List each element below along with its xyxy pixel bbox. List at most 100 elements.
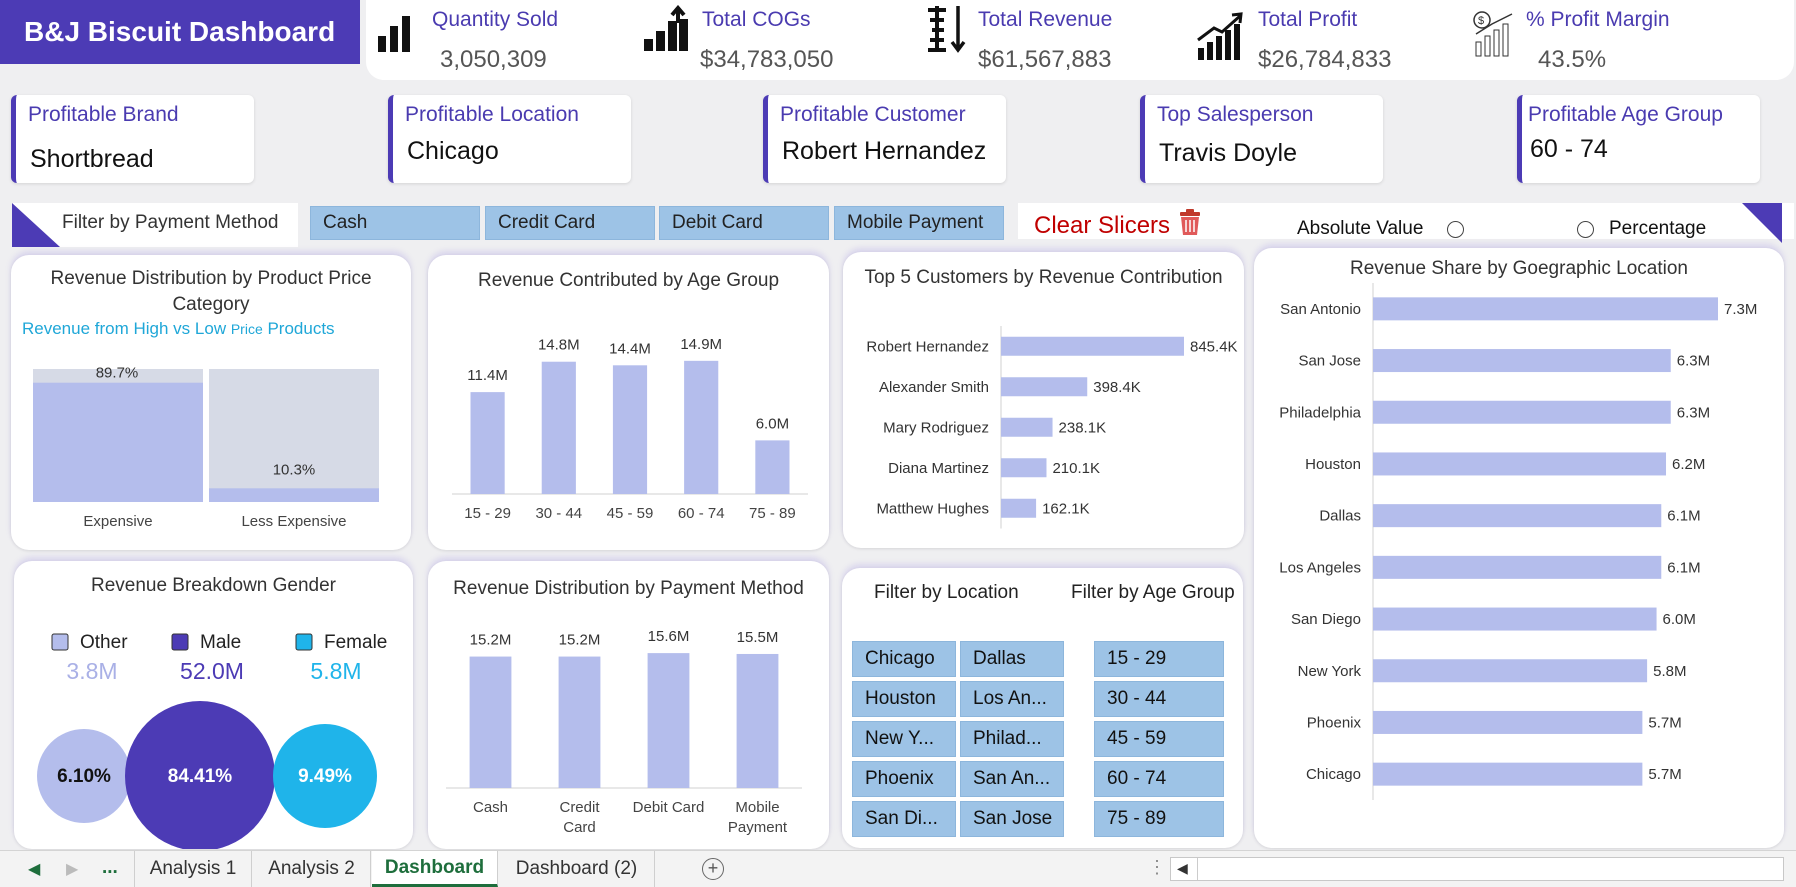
bar (1373, 452, 1667, 476)
card-profitable-location: Profitable Location Chicago (388, 95, 631, 183)
panel-location-age-filter: Filter by Location Filter by Age Group C… (842, 568, 1243, 848)
data-label: 15.5M (737, 629, 779, 646)
price-category-chart: 89.7% Expensive 10.3% Less Expensive (33, 365, 379, 530)
location-slicer-phoenix[interactable]: Phoenix (852, 761, 956, 797)
kpi-value: 43.5% (1538, 46, 1607, 73)
slicer-cash[interactable]: Cash (310, 206, 480, 240)
bar-chart-icon (378, 16, 410, 52)
data-label: 5.7M (1648, 766, 1681, 783)
legend-value: 3.8M (66, 658, 117, 684)
location-slicer-philadelphia[interactable]: Philad... (960, 721, 1064, 757)
data-label: 162.1K (1042, 500, 1090, 517)
data-label: 15.2M (470, 632, 512, 649)
legend-swatch (171, 633, 189, 651)
location-slicer-new-york[interactable]: New Y... (852, 721, 956, 757)
bar (209, 488, 379, 502)
kpi-total-profit: Total Profit $26,784,833 (1196, 0, 1436, 80)
data-label: 15.6M (648, 628, 690, 645)
tick-label: 75 - 89 (749, 505, 796, 522)
slicer-mobile-payment[interactable]: Mobile Payment (834, 206, 1004, 240)
legend-label: Other (80, 632, 128, 653)
add-sheet-icon[interactable]: + (702, 858, 724, 880)
kpi-label: Quantity Sold (432, 8, 559, 31)
tab-dashboard[interactable]: Dashboard (372, 851, 498, 887)
card-label: Top Salesperson (1157, 103, 1314, 126)
bar (1373, 710, 1643, 734)
gender-chart: Other 3.8M Male 52.0M Female 5.8M 6.10% 84.41% 9… (37, 632, 387, 849)
trash-icon (1179, 209, 1200, 235)
kpi-value: $34,783,050 (700, 46, 834, 73)
legend-swatch (295, 633, 313, 651)
card-profitable-customer: Profitable Customer Robert Hernandez (763, 95, 1006, 183)
slicer-credit-card[interactable]: Credit Card (485, 206, 655, 240)
panel-gender: Revenue Breakdown Gender Other 3.8M Male 52… (14, 561, 413, 849)
legend-swatch (51, 633, 69, 651)
tab-analysis-2[interactable]: Analysis 2 (253, 851, 371, 887)
location-slicer-san-diego[interactable]: San Di... (852, 801, 956, 837)
tick-label: Dallas (1319, 508, 1361, 525)
age-slicer-45-59[interactable]: 45 - 59 (1094, 721, 1224, 757)
location-slicer-dallas[interactable]: Dallas (960, 641, 1064, 677)
data-label: 9.49% (298, 766, 352, 787)
card-label: Profitable Age Group (1528, 103, 1723, 126)
tick-label: Payment (728, 819, 788, 836)
scroll-right-icon[interactable]: ▶ (66, 859, 78, 879)
location-slicer-chicago[interactable]: Chicago (852, 641, 956, 677)
percentage-radio[interactable] (1577, 221, 1594, 238)
bar-background (209, 369, 379, 502)
bar (612, 365, 648, 494)
scroll-left-icon[interactable]: ◀ (28, 859, 40, 879)
card-value: Chicago (407, 137, 499, 165)
tick-label: Debit Card (633, 799, 705, 816)
geographic-location-chart: San Antonio 7.3M San Jose 6.3M Philadelphia 6… (1279, 283, 1757, 800)
bar (1373, 762, 1643, 786)
panel-payment-method: Revenue Distribution by Payment Method 1… (428, 561, 829, 849)
data-label: 238.1K (1059, 419, 1107, 436)
card-value: Travis Doyle (1159, 139, 1297, 167)
growth-bars-icon (644, 5, 688, 51)
bar (684, 360, 719, 494)
horizontal-scrollbar[interactable]: ◀ (1170, 857, 1784, 881)
kpi-value: 3,050,309 (440, 46, 547, 73)
tick-label: Robert Hernandez (866, 338, 989, 355)
absolute-value-radio[interactable] (1447, 221, 1464, 238)
location-slicer-los-angeles[interactable]: Los An... (960, 681, 1064, 717)
data-label: 6.0M (756, 415, 789, 432)
data-label: 6.3M (1677, 404, 1710, 421)
data-label: 398.4K (1093, 379, 1141, 396)
kpi-label: Total Revenue (978, 8, 1113, 31)
scrollbar-left-arrow-icon[interactable]: ◀ (1177, 860, 1188, 877)
card-value: 60 - 74 (1530, 135, 1608, 163)
tick-label: Expensive (83, 513, 152, 530)
tab-dashboard-2[interactable]: Dashboard (2) (499, 851, 655, 887)
kpi-label: Total COGs (702, 8, 811, 31)
corner-triangle-icon (12, 203, 60, 247)
age-slicer-30-44[interactable]: 30 - 44 (1094, 681, 1224, 717)
bar (1373, 504, 1662, 528)
clear-slicers-button[interactable]: Clear Slicers (1034, 208, 1203, 240)
bar (1373, 607, 1657, 631)
location-slicer-san-antonio[interactable]: San An... (960, 761, 1064, 797)
age-slicer-15-29[interactable]: 15 - 29 (1094, 641, 1224, 677)
more-tabs-button[interactable]: ... (102, 857, 118, 879)
tick-label: Less Expensive (241, 513, 346, 530)
scrollbar-divider (1197, 858, 1198, 880)
location-slicer-san-jose[interactable]: San Jose (960, 801, 1064, 837)
trending-up-bars-icon (1197, 12, 1243, 60)
age-slicer-60-74[interactable]: 60 - 74 (1094, 761, 1224, 797)
split-handle-icon[interactable]: ⋮ (1148, 857, 1166, 878)
slicer-debit-card[interactable]: Debit Card (659, 206, 829, 240)
tick-label: 60 - 74 (678, 505, 725, 522)
age-slicer-75-89[interactable]: 75 - 89 (1094, 801, 1224, 837)
tick-label: New York (1298, 663, 1362, 680)
location-slicer-houston[interactable]: Houston (852, 681, 956, 717)
bar (1373, 555, 1662, 579)
tick-label: 45 - 59 (607, 505, 654, 522)
kpi-profit-margin: $ % Profit Margin 43.5% (1472, 0, 1712, 80)
tab-analysis-1[interactable]: Analysis 1 (134, 851, 252, 887)
tick-label: Philadelphia (1279, 404, 1361, 421)
bar (541, 361, 576, 494)
bar (470, 392, 505, 494)
card-value: Robert Hernandez (782, 137, 987, 165)
tick-label: Diana Martinez (888, 460, 989, 477)
